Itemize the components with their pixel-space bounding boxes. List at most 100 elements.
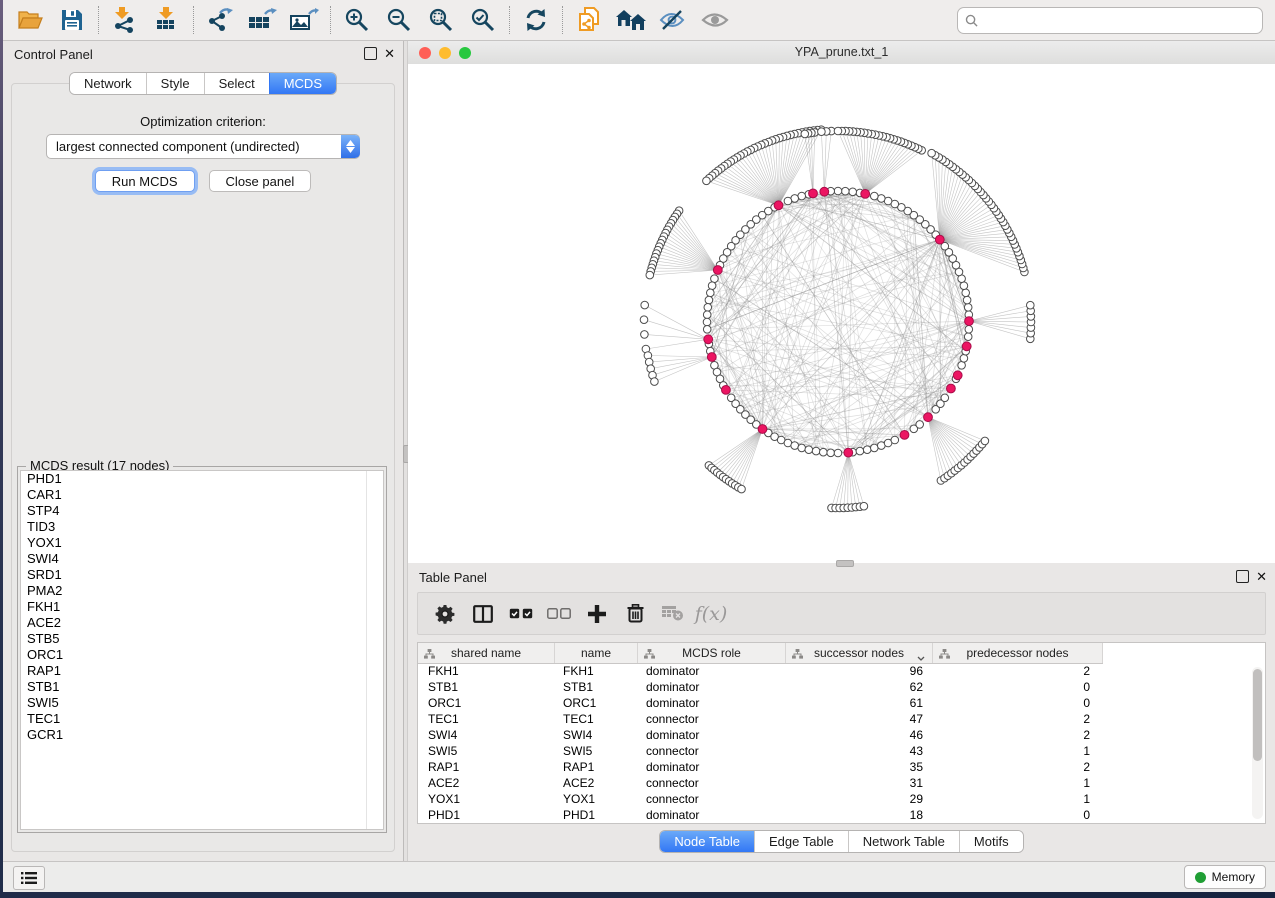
graph-node[interactable] — [842, 187, 850, 195]
graph-node[interactable] — [722, 386, 731, 395]
table-row[interactable]: SWI4SWI4dominator462 — [418, 727, 1265, 743]
graph-node[interactable] — [962, 342, 971, 351]
graph-node[interactable] — [805, 446, 813, 454]
save-session-icon[interactable] — [51, 4, 93, 36]
graph-node[interactable] — [738, 485, 746, 493]
mcds-result-item[interactable]: YOX1 — [21, 535, 383, 551]
column-header-successor-nodes[interactable]: successor nodes — [786, 643, 933, 663]
table-row[interactable]: ACE2ACE2connector311 — [418, 775, 1265, 791]
memory-button[interactable]: Memory — [1184, 865, 1266, 889]
graph-node[interactable] — [965, 326, 973, 334]
graph-node[interactable] — [860, 502, 868, 510]
column-header-MCDS-role[interactable]: MCDS role — [638, 643, 786, 663]
graph-node[interactable] — [960, 282, 968, 290]
show-selected-icon[interactable] — [694, 4, 736, 36]
zoom-out-icon[interactable] — [378, 4, 420, 36]
zoom-in-icon[interactable] — [336, 4, 378, 36]
graph-node[interactable] — [703, 311, 711, 319]
graph-node[interactable] — [818, 128, 826, 136]
graph-node[interactable] — [641, 301, 649, 309]
graph-node[interactable] — [703, 326, 711, 334]
graph-node[interactable] — [856, 447, 864, 455]
graph-node[interactable] — [707, 353, 716, 362]
close-panel-button[interactable]: Close panel — [209, 170, 312, 192]
graph-node[interactable] — [827, 449, 835, 457]
mcds-result-item[interactable]: STB1 — [21, 679, 383, 695]
tab-network-table[interactable]: Network Table — [848, 831, 959, 852]
horizontal-splitter-handle[interactable] — [836, 560, 854, 567]
import-network-icon[interactable] — [104, 4, 146, 36]
tab-select[interactable]: Select — [204, 73, 269, 94]
graph-node[interactable] — [809, 189, 818, 198]
mcds-result-item[interactable]: RAP1 — [21, 663, 383, 679]
table-row[interactable]: TEC1TEC1connector472 — [418, 711, 1265, 727]
delete-table-icon[interactable] — [654, 597, 692, 631]
mcds-list-scrollbar[interactable] — [366, 471, 367, 829]
graph-node[interactable] — [713, 266, 722, 275]
graph-node[interactable] — [758, 425, 767, 434]
delete-icon[interactable] — [616, 597, 654, 631]
graph-node[interactable] — [958, 362, 966, 370]
graph-node[interactable] — [640, 316, 648, 324]
run-mcds-button[interactable]: Run MCDS — [95, 170, 195, 192]
graph-node[interactable] — [844, 448, 853, 457]
graph-node[interactable] — [704, 304, 712, 312]
graph-node[interactable] — [863, 446, 871, 454]
graph-node[interactable] — [962, 289, 970, 297]
tab-mcds[interactable]: MCDS — [269, 73, 336, 94]
mcds-result-item[interactable]: TID3 — [21, 519, 383, 535]
mcds-result-item[interactable]: STB5 — [21, 631, 383, 647]
hide-selected-icon[interactable] — [652, 4, 694, 36]
export-table-icon[interactable] — [241, 4, 283, 36]
graph-nodes[interactable] — [640, 126, 1035, 512]
graph-node[interactable] — [963, 296, 971, 304]
tab-motifs[interactable]: Motifs — [959, 831, 1023, 852]
graph-node[interactable] — [801, 130, 809, 138]
column-header-predecessor-nodes[interactable]: predecessor nodes — [933, 643, 1103, 663]
graph-node[interactable] — [791, 442, 799, 450]
graph-node[interactable] — [704, 335, 713, 344]
open-session-icon[interactable] — [9, 4, 51, 36]
graph-node[interactable] — [711, 275, 719, 283]
table-row[interactable]: YOX1YOX1connector291 — [418, 791, 1265, 807]
zoom-selected-icon[interactable] — [462, 4, 504, 36]
graph-node[interactable] — [935, 235, 944, 244]
graph-node[interactable] — [947, 384, 956, 393]
graph-node[interactable] — [708, 282, 716, 290]
clone-network-icon[interactable] — [568, 4, 610, 36]
graph-node[interactable] — [849, 188, 857, 196]
graph-node[interactable] — [964, 304, 972, 312]
graph-node[interactable] — [861, 190, 870, 199]
graph-node[interactable] — [703, 177, 711, 185]
search-field[interactable] — [957, 7, 1263, 34]
graph-node[interactable] — [878, 195, 886, 203]
graph-node[interactable] — [1027, 301, 1035, 309]
close-panel-icon[interactable]: ✕ — [1256, 571, 1267, 582]
graph-node[interactable] — [871, 444, 879, 452]
mcds-result-item[interactable]: ACE2 — [21, 615, 383, 631]
graph-node[interactable] — [774, 201, 783, 210]
graph-node[interactable] — [834, 127, 842, 135]
network-window-titlebar[interactable]: YPA_prune.txt_1 — [408, 41, 1275, 65]
network-canvas[interactable] — [408, 64, 1275, 563]
refresh-icon[interactable] — [515, 4, 557, 36]
column-header-shared-name[interactable]: shared name — [418, 643, 555, 663]
mcds-result-item[interactable]: PHD1 — [21, 471, 383, 487]
mcds-result-list[interactable]: PHD1CAR1STP4TID3YOX1SWI4SRD1PMA2FKH1ACE2… — [20, 470, 384, 830]
graph-node[interactable] — [924, 413, 933, 422]
sort-chevron-icon[interactable] — [917, 650, 925, 664]
table-row[interactable]: FKH1FKH1dominator962 — [418, 663, 1265, 679]
graph-node[interactable] — [812, 447, 820, 455]
table-row[interactable]: PHD1PHD1dominator180 — [418, 807, 1265, 823]
mcds-result-item[interactable]: CAR1 — [21, 487, 383, 503]
export-image-icon[interactable] — [283, 4, 325, 36]
table-mode-gear-icon[interactable] — [426, 597, 464, 631]
tab-edge-table[interactable]: Edge Table — [754, 831, 848, 852]
mcds-result-item[interactable]: FKH1 — [21, 599, 383, 615]
mcds-result-item[interactable]: SWI4 — [21, 551, 383, 567]
table-scrollbar[interactable] — [1252, 667, 1263, 819]
deselect-all-icon[interactable] — [540, 597, 578, 631]
graph-node[interactable] — [834, 449, 842, 457]
table-row[interactable]: STB1STB1dominator620 — [418, 679, 1265, 695]
mcds-result-item[interactable]: STP4 — [21, 503, 383, 519]
